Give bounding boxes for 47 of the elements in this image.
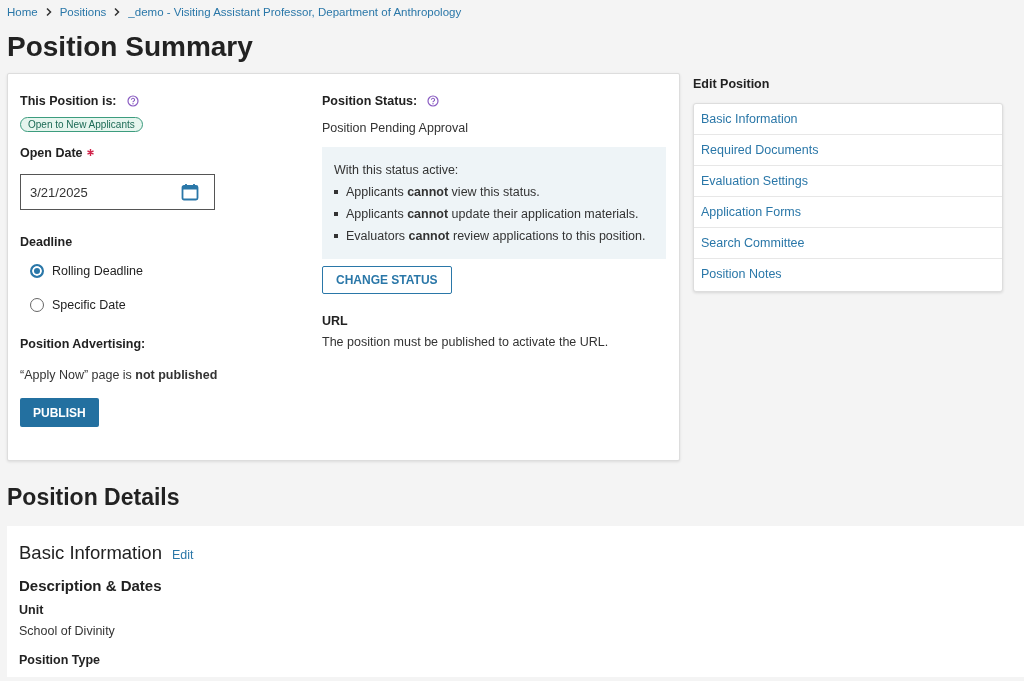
date-field[interactable]: 3/21/2025	[20, 174, 215, 210]
field-label: Open Date	[20, 146, 83, 160]
bullet-icon	[334, 212, 338, 216]
note-intro: With this status active:	[334, 162, 460, 178]
field-label: Position Advertising:	[20, 337, 146, 351]
chevron-icon	[44, 7, 53, 17]
bullet-icon	[334, 234, 338, 238]
note-item: Applicants cannot view this status.	[346, 184, 540, 200]
help-icon	[427, 95, 440, 107]
section-title: Basic Information	[19, 542, 162, 564]
bullet-icon	[334, 190, 338, 194]
field-label: Deadline	[20, 235, 73, 249]
subsection-title: Description & Dates	[19, 577, 163, 594]
status-value: Position Pending Approval	[322, 120, 468, 136]
menu-link[interactable]: Search Committee	[694, 228, 1002, 259]
calendar-icon	[181, 183, 199, 201]
url-text: The position must be published to activate the URL.	[322, 334, 609, 350]
breadcrumb-link[interactable]: _demo - Visiting Assistant Professor, Department of Anthropology	[128, 6, 462, 18]
field-label: Unit	[19, 603, 45, 617]
breadcrumb-link[interactable]: Positions	[59, 6, 107, 18]
field-label: Position Type	[19, 653, 102, 667]
advertising-text: “Apply Now” page is not published	[20, 367, 218, 383]
field-value: School of Divinity	[19, 623, 116, 639]
field-label: This Position is:	[20, 94, 117, 108]
change-status-button[interactable]: CHANGE STATUS	[322, 266, 452, 294]
radio-button[interactable]	[30, 298, 44, 312]
field-label: Position Status:	[322, 94, 418, 108]
publish-button[interactable]: PUBLISH	[20, 398, 99, 427]
radio-button[interactable]	[30, 264, 44, 278]
menu-link[interactable]: Evaluation Settings	[694, 166, 1002, 197]
field-label: URL	[322, 314, 348, 328]
radio-label[interactable]: Rolling Deadline	[52, 264, 144, 278]
breadcrumb-link[interactable]: Home	[7, 6, 38, 18]
edit-link[interactable]: Edit	[171, 548, 194, 562]
menu-link[interactable]: Basic Information	[694, 104, 1002, 135]
menu-link[interactable]: Application Forms	[694, 197, 1002, 228]
radio-label[interactable]: Specific Date	[52, 298, 126, 312]
section-heading: Position Details	[7, 483, 181, 511]
status-badge: Open to New Applicants	[20, 117, 143, 132]
sidebar-title: Edit Position	[693, 77, 771, 91]
help-icon	[126, 95, 139, 107]
page-title: Position Summary	[7, 30, 254, 64]
note-item: Applicants cannot update their application materials.	[346, 206, 639, 222]
menu-link[interactable]: Position Notes	[694, 259, 1002, 289]
note-item: Evaluators cannot review applications to this position.	[346, 228, 646, 244]
chevron-icon	[113, 7, 122, 17]
menu-link[interactable]: Required Documents	[694, 135, 1002, 166]
